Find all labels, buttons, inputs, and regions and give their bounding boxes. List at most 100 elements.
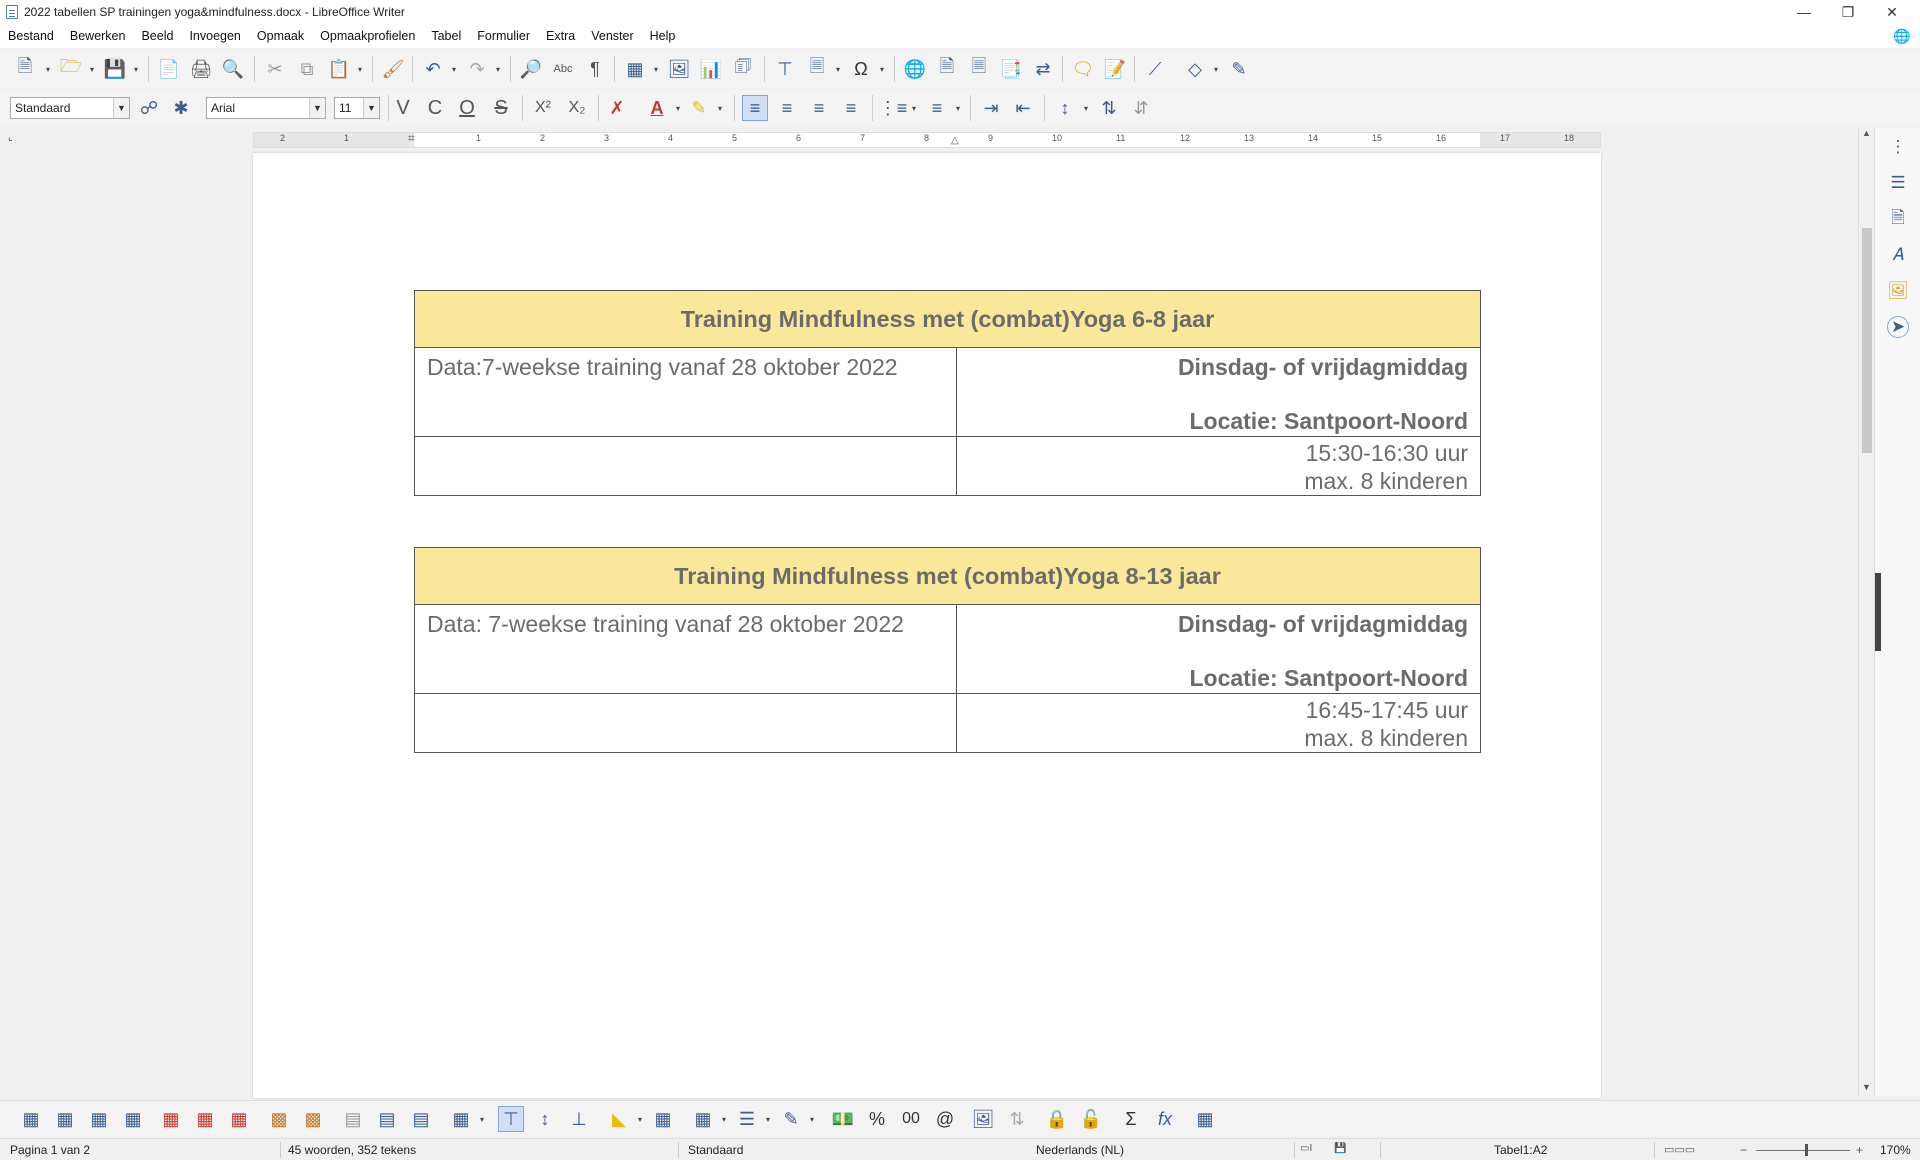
insert-chart-icon[interactable]: 📊 xyxy=(698,56,724,82)
underline-button[interactable]: O xyxy=(454,95,480,121)
split-cells-icon[interactable]: ▤ xyxy=(374,1106,400,1132)
page-style[interactable]: Standaard xyxy=(688,1143,743,1157)
undo-dropdown[interactable]: ▾ xyxy=(450,56,458,82)
insert-table-icon[interactable]: ▦ xyxy=(622,56,648,82)
italic-button[interactable]: C xyxy=(422,95,448,121)
clone-formatting-icon[interactable]: 🖌 xyxy=(380,56,406,82)
highlight-dropdown[interactable]: ▾ xyxy=(716,95,724,121)
paste-icon[interactable]: 📋 xyxy=(326,56,352,82)
table-cell-day-location[interactable]: Dinsdag- of vrijdagmiddag Locatie: Santp… xyxy=(955,604,1482,694)
open-folder-icon[interactable]: 🗁 xyxy=(58,56,84,82)
select-cell-icon[interactable]: ▩ xyxy=(266,1106,292,1132)
properties-icon[interactable]: ☰ xyxy=(1887,172,1909,194)
copy-icon[interactable]: ⧉ xyxy=(294,56,320,82)
chevron-down-icon[interactable]: ▼ xyxy=(363,98,379,118)
cell-background-dropdown[interactable]: ▾ xyxy=(636,1106,644,1132)
new-style-icon[interactable]: ✱ xyxy=(168,95,194,121)
insert-column-after-icon[interactable]: ▦ xyxy=(120,1106,146,1132)
tab-stop-icon[interactable]: ⌞ xyxy=(8,132,13,143)
chevron-down-icon[interactable]: ▼ xyxy=(113,98,129,118)
special-character-icon[interactable]: Ω xyxy=(848,56,874,82)
scroll-up-icon[interactable]: ▲ xyxy=(1862,128,1871,138)
close-button[interactable]: ✕ xyxy=(1870,0,1914,24)
insert-column-before-icon[interactable]: ▦ xyxy=(86,1106,112,1132)
highlight-icon[interactable]: ✎ xyxy=(686,95,712,121)
new-dropdown[interactable]: ▾ xyxy=(44,56,52,82)
zoom-slider-handle[interactable] xyxy=(1805,1144,1808,1156)
track-changes-icon[interactable]: 📝 xyxy=(1102,56,1128,82)
table-dropdown[interactable]: ▾ xyxy=(652,56,660,82)
restore-button[interactable]: ❐ xyxy=(1826,0,1870,24)
word-count[interactable]: 45 woorden, 352 tekens xyxy=(288,1143,416,1157)
border-color-dropdown[interactable]: ▾ xyxy=(808,1106,816,1132)
optimize-dropdown[interactable]: ▾ xyxy=(478,1106,486,1132)
align-bottom-icon[interactable]: ⊥ xyxy=(566,1106,592,1132)
undo-icon[interactable]: ↶ xyxy=(420,56,446,82)
vertical-scrollbar[interactable]: ▲ ▼ xyxy=(1858,128,1874,1096)
table-properties-icon[interactable]: ▦ xyxy=(1192,1106,1218,1132)
training-table-2[interactable]: Training Mindfulness met (combat)Yoga 8-… xyxy=(413,547,1482,753)
redo-dropdown[interactable]: ▾ xyxy=(494,56,502,82)
delete-column-icon[interactable]: ▦ xyxy=(192,1106,218,1132)
menu-bewerken[interactable]: Bewerken xyxy=(70,29,126,43)
increase-paragraph-spacing-icon[interactable]: ⇅ xyxy=(1096,95,1122,121)
menu-extra[interactable]: Extra xyxy=(546,29,575,43)
insert-textbox-icon[interactable]: 🗊 xyxy=(730,56,756,82)
insert-image-icon[interactable]: 🖼 xyxy=(666,56,692,82)
paste-dropdown[interactable]: ▾ xyxy=(356,56,364,82)
basic-shapes-icon[interactable]: ◇ xyxy=(1182,56,1208,82)
menu-beeld[interactable]: Beeld xyxy=(141,29,173,43)
export-pdf-icon[interactable]: 📄 xyxy=(156,56,182,82)
sum-button[interactable]: Σ xyxy=(1118,1106,1144,1132)
increase-indent-icon[interactable]: ⇥ xyxy=(978,95,1004,121)
justify-icon[interactable]: ≡ xyxy=(838,95,864,121)
font-color-icon[interactable]: A xyxy=(644,95,670,121)
menu-formulier[interactable]: Formulier xyxy=(477,29,530,43)
insert-caption-icon[interactable]: 🖼 xyxy=(970,1106,996,1132)
borders-icon[interactable]: ▦ xyxy=(690,1106,716,1132)
formatting-marks-icon[interactable]: ¶ xyxy=(582,56,608,82)
merge-cells-icon[interactable]: ▤ xyxy=(340,1106,366,1132)
font-color-dropdown[interactable]: ▾ xyxy=(674,95,682,121)
strikethrough-button[interactable]: S xyxy=(488,95,514,121)
new-document-icon[interactable]: 🗎 xyxy=(12,56,38,82)
borders-dropdown[interactable]: ▾ xyxy=(720,1106,728,1132)
line-spacing-icon[interactable]: ↕ xyxy=(1052,95,1078,121)
draw-functions-icon[interactable]: ✎ xyxy=(1226,56,1252,82)
selection-mode-icon[interactable]: ▭I xyxy=(1300,1143,1312,1154)
print-icon[interactable]: 🖨 xyxy=(188,56,214,82)
optimize-icon[interactable]: ▦ xyxy=(448,1106,474,1132)
menu-tabel[interactable]: Tabel xyxy=(431,29,461,43)
hyperlink-icon[interactable]: 🌐 xyxy=(902,56,928,82)
sidebar-collapse-handle[interactable] xyxy=(1875,573,1881,651)
decimal-format-button[interactable]: 00 xyxy=(898,1106,924,1132)
indent-marker-icon[interactable]: ⌗ xyxy=(408,131,415,146)
update-style-icon[interactable]: ☍ xyxy=(136,95,162,121)
table-heading[interactable]: Training Mindfulness met (combat)Yoga 8-… xyxy=(413,547,1482,605)
document-modified-icon[interactable]: 💾 xyxy=(1334,1143,1346,1154)
print-preview-icon[interactable]: 🔍 xyxy=(220,56,246,82)
table-cell-time[interactable]: 15:30-16:30 uur max. 8 kinderen xyxy=(955,436,1482,496)
protect-cells-icon[interactable]: 🔒 xyxy=(1044,1106,1070,1132)
table-cell-empty[interactable] xyxy=(414,436,957,496)
superscript-button[interactable]: X² xyxy=(530,95,556,121)
gallery-icon[interactable]: 🖼 xyxy=(1887,280,1909,302)
endnote-icon[interactable]: 🗏 xyxy=(966,56,992,82)
insert-row-above-icon[interactable]: ▦ xyxy=(18,1106,44,1132)
zoom-out-icon[interactable]: − xyxy=(1740,1143,1747,1157)
document-page[interactable]: Training Mindfulness met (combat)Yoga 6-… xyxy=(253,153,1601,1098)
line-spacing-dropdown[interactable]: ▾ xyxy=(1082,95,1090,121)
center-vertically-icon[interactable]: ↕ xyxy=(532,1106,558,1132)
select-table-icon[interactable]: ▩ xyxy=(300,1106,326,1132)
line-icon[interactable]: ⟋ xyxy=(1142,56,1168,82)
subscript-button[interactable]: X₂ xyxy=(564,95,590,121)
align-right-icon[interactable]: ≡ xyxy=(806,95,832,121)
decrease-indent-icon[interactable]: ⇤ xyxy=(1010,95,1036,121)
align-left-icon[interactable]: ≡ xyxy=(742,95,768,121)
bookmark-icon[interactable]: 📑 xyxy=(998,56,1024,82)
menu-venster[interactable]: Venster xyxy=(591,29,633,43)
formula-button[interactable]: fx xyxy=(1152,1106,1178,1132)
zoom-slider-track[interactable] xyxy=(1756,1150,1850,1151)
save-dropdown[interactable]: ▾ xyxy=(132,56,140,82)
globe-icon[interactable]: 🌐 xyxy=(1893,28,1910,45)
